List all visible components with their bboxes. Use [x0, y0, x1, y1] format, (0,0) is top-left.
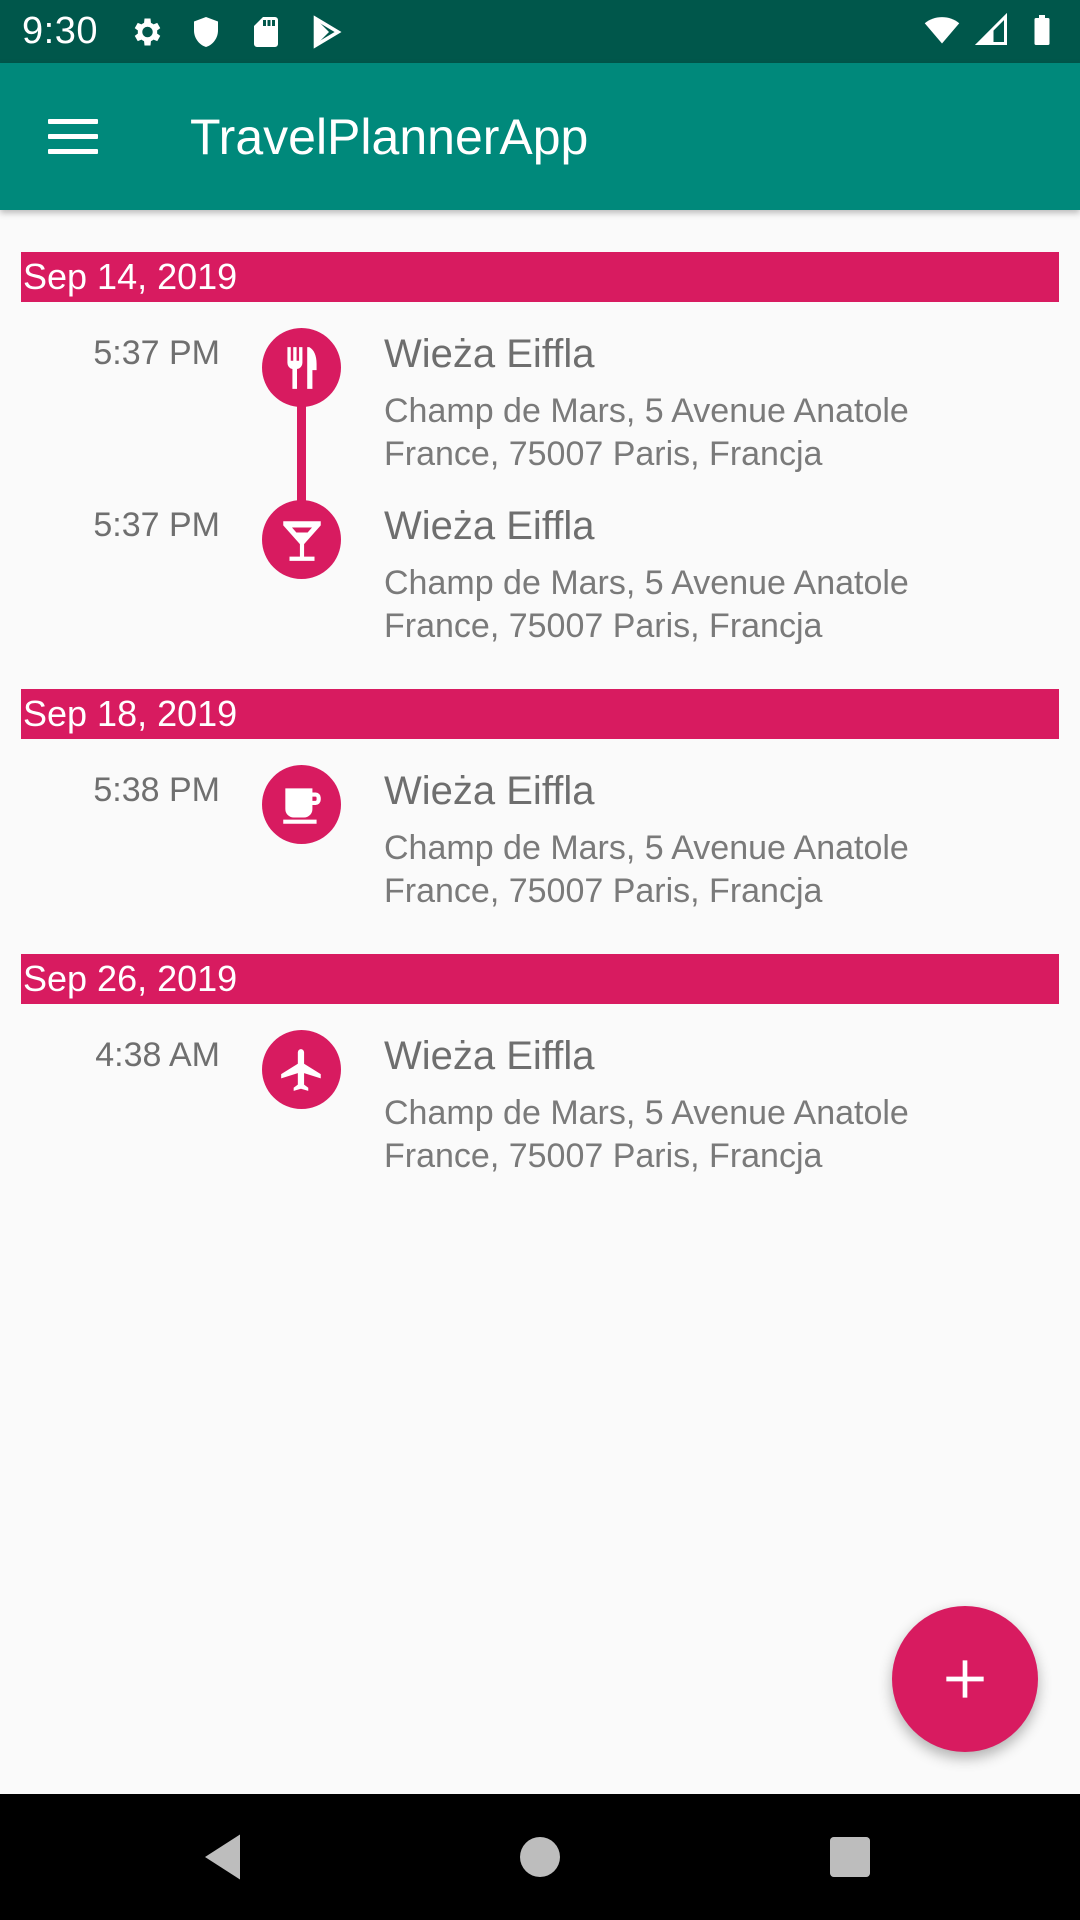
navigation-bar — [0, 1794, 1080, 1920]
event-address: Champ de Mars, 5 Avenue Anatole France, … — [384, 1094, 909, 1175]
cocktail-icon — [262, 500, 341, 579]
plus-icon — [946, 1660, 984, 1698]
event-title: Wieża Eiffla — [384, 769, 595, 813]
event-address: Champ de Mars, 5 Avenue Anatole France, … — [384, 829, 909, 910]
event-title: Wieża Eiffla — [384, 504, 595, 548]
signal-icon — [974, 12, 1007, 45]
date-header: Sep 14, 2019 — [21, 252, 1059, 302]
app-title: TravelPlannerApp — [190, 108, 589, 165]
wifi-icon — [924, 17, 960, 44]
status-time: 9:30 — [22, 10, 98, 52]
hamburger-menu-icon[interactable] — [36, 100, 110, 174]
coffee-cup-icon — [262, 765, 341, 844]
status-bar: 9:30 — [0, 0, 1080, 63]
sd-card-icon — [253, 16, 278, 47]
home-icon[interactable] — [510, 1827, 570, 1887]
event-time: 5:38 PM — [93, 771, 220, 809]
event-address: Champ de Mars, 5 Avenue Anatole France, … — [384, 392, 909, 473]
battery-icon — [1034, 15, 1050, 45]
restaurant-icon — [262, 328, 341, 407]
shield-icon — [193, 16, 218, 47]
play-store-icon — [313, 14, 342, 49]
date-header: Sep 26, 2019 — [21, 954, 1059, 1004]
airplane-icon — [262, 1030, 341, 1109]
back-icon[interactable] — [195, 1827, 255, 1887]
list-item[interactable]: 5:37 PM Wieża Eiffla Champ de Mars, 5 Av… — [0, 486, 1080, 646]
add-event-button[interactable] — [892, 1606, 1038, 1752]
recents-icon[interactable] — [820, 1827, 880, 1887]
date-header: Sep 18, 2019 — [21, 689, 1059, 739]
list-item[interactable]: 4:38 AM Wieża Eiffla Champ de Mars, 5 Av… — [0, 1016, 1080, 1176]
list-item[interactable]: 5:37 PM Wieża Eiffla Champ de Mars, 5 Av… — [0, 314, 1080, 474]
list-item[interactable]: 5:38 PM Wieża Eiffla Champ de Mars, 5 Av… — [0, 751, 1080, 911]
event-time: 5:37 PM — [93, 334, 220, 372]
gear-icon — [134, 18, 161, 45]
event-time: 5:37 PM — [93, 506, 220, 544]
event-address: Champ de Mars, 5 Avenue Anatole France, … — [384, 564, 909, 645]
event-title: Wieża Eiffla — [384, 1034, 595, 1078]
event-time: 4:38 AM — [95, 1036, 220, 1074]
app-bar: TravelPlannerApp — [0, 63, 1080, 210]
event-title: Wieża Eiffla — [384, 332, 595, 376]
